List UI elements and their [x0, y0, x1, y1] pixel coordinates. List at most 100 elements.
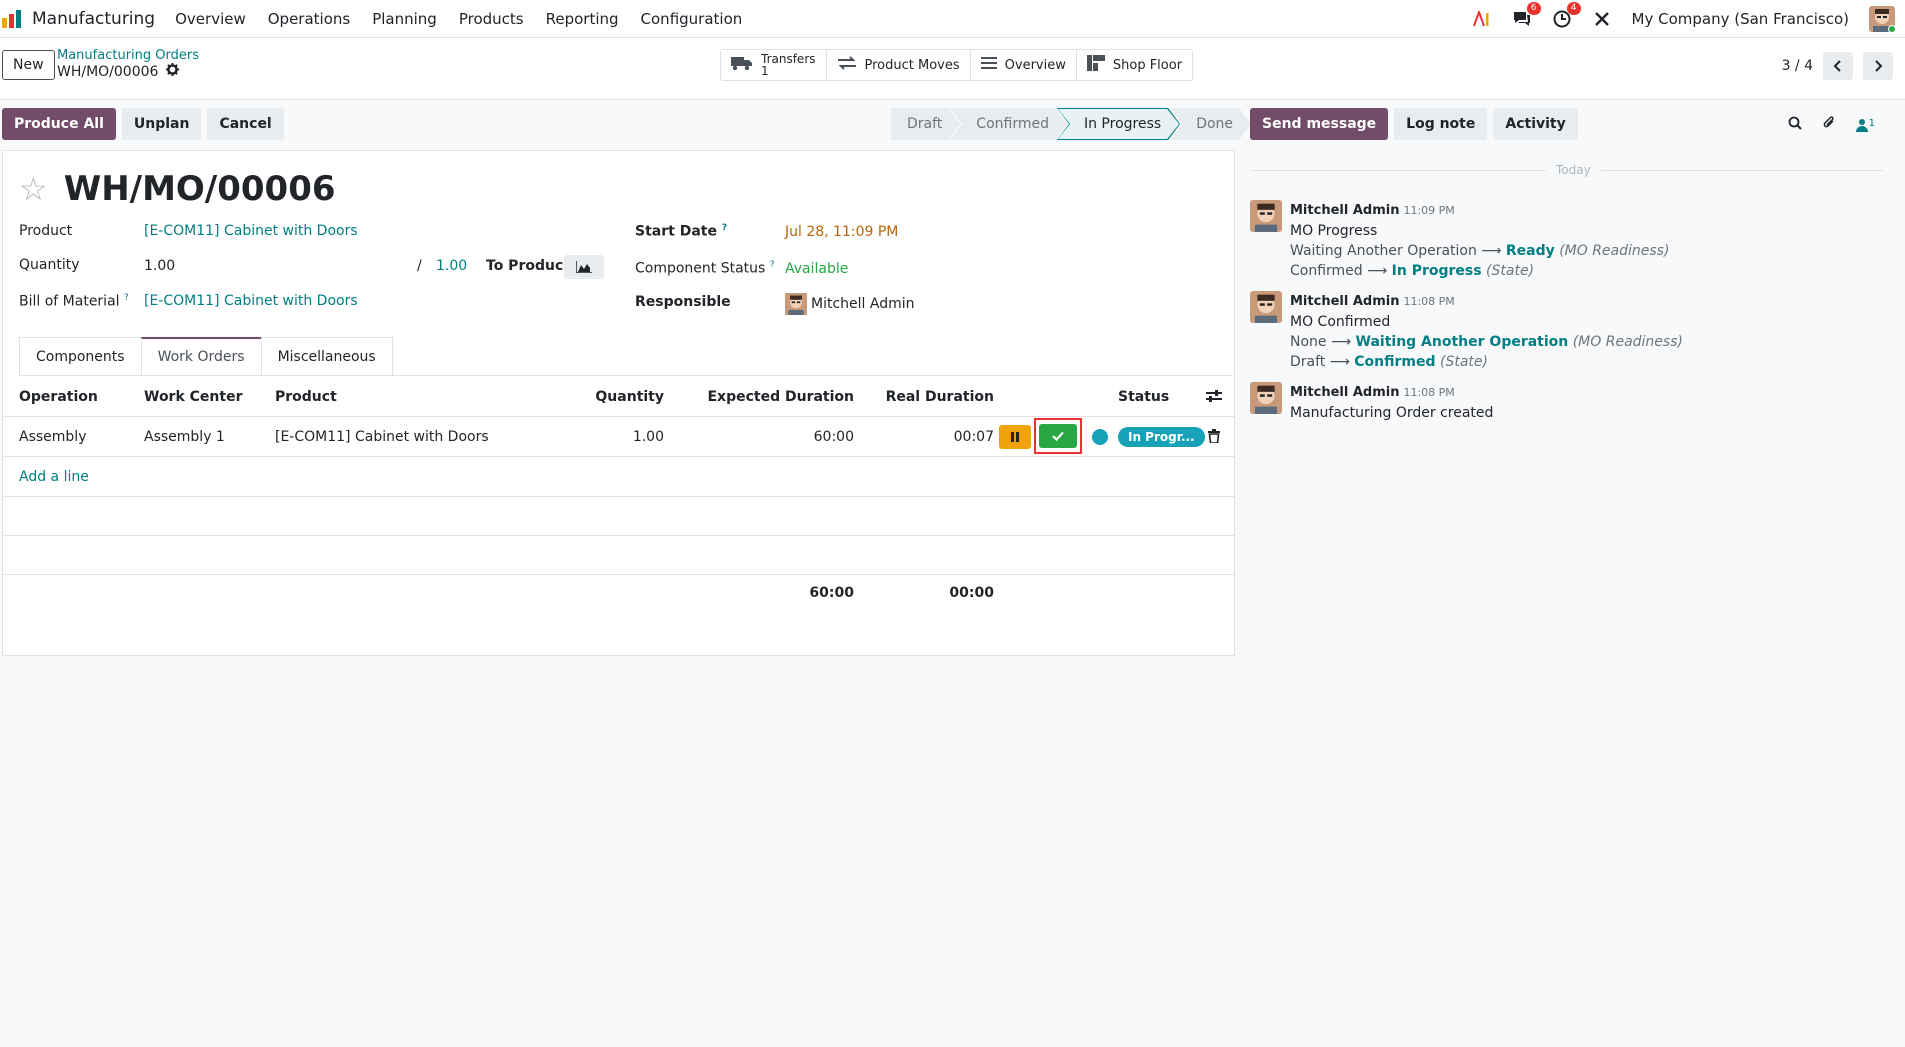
header-operation[interactable]: Operation: [19, 389, 98, 405]
produce-all-button[interactable]: Produce All: [2, 108, 116, 140]
start-date-value[interactable]: Jul 28, 11:09 PM: [785, 224, 898, 240]
header-real-duration[interactable]: Real Duration: [886, 389, 994, 405]
search-icon[interactable]: [1788, 116, 1802, 134]
tab-miscellaneous[interactable]: Miscellaneous: [260, 337, 393, 375]
responsible-label: Responsible: [635, 294, 731, 310]
message-header: Mitchell Admin 11:09 PM: [1290, 200, 1669, 221]
row-quantity[interactable]: 1.00: [633, 429, 664, 445]
track-old-value: None: [1290, 334, 1327, 350]
messages-icon[interactable]: 6: [1512, 2, 1541, 29]
stage-in-progress[interactable]: In Progress: [1058, 109, 1179, 139]
author-avatar[interactable]: [1250, 200, 1282, 232]
bom-link[interactable]: [E-COM11] Cabinet with Doors: [144, 293, 358, 309]
product-link[interactable]: [E-COM11] Cabinet with Doors: [144, 223, 358, 239]
new-button[interactable]: New: [2, 50, 55, 80]
row-product[interactable]: [E-COM11] Cabinet with Doors: [275, 429, 489, 445]
author-avatar[interactable]: [1250, 382, 1282, 414]
menu-configuration[interactable]: Configuration: [641, 10, 743, 28]
message-author[interactable]: Mitchell Admin: [1290, 203, 1399, 218]
menu-overview[interactable]: Overview: [175, 10, 246, 28]
header-quantity[interactable]: Quantity: [595, 389, 664, 405]
debug-tools-icon[interactable]: [1592, 9, 1612, 29]
component-status-label: Component Status ?: [635, 260, 775, 277]
followers-button[interactable]: 1: [1855, 118, 1875, 132]
log-note-button[interactable]: Log note: [1394, 108, 1488, 140]
optional-columns-icon[interactable]: [1206, 389, 1222, 407]
header-status[interactable]: Status: [1118, 389, 1169, 405]
manufacturing-app-icon[interactable]: [2, 9, 24, 28]
forecast-chart-button[interactable]: [564, 255, 604, 279]
gear-icon[interactable]: [166, 63, 180, 80]
page-title: WH/MO/00006: [63, 169, 336, 209]
star-favorite-icon[interactable]: ☆: [19, 173, 48, 205]
responsible-field[interactable]: Mitchell Admin: [785, 293, 915, 315]
message-author[interactable]: Mitchell Admin: [1290, 385, 1399, 400]
track-field: (MO Readiness): [1559, 243, 1670, 259]
track-new-value: Confirmed: [1354, 354, 1436, 370]
shop-floor-button[interactable]: Shop Floor: [1076, 50, 1193, 80]
tab-work-orders[interactable]: Work Orders: [140, 337, 262, 375]
overview-button[interactable]: Overview: [970, 50, 1077, 80]
message-author[interactable]: Mitchell Admin: [1290, 294, 1399, 309]
transfers-button[interactable]: Transfers 1: [721, 50, 827, 80]
table-footer-totals: 60:00 00:00: [3, 575, 1234, 615]
help-tooltip-icon[interactable]: ?: [770, 260, 775, 270]
stage-confirmed[interactable]: Confirmed: [950, 108, 1067, 140]
done-button[interactable]: [1039, 424, 1077, 448]
pager-next-button[interactable]: [1863, 52, 1893, 80]
ai-icon[interactable]: [1472, 9, 1492, 29]
quantity-input[interactable]: 1.00: [144, 258, 175, 274]
author-avatar[interactable]: [1250, 291, 1282, 323]
status-badge[interactable]: In Progr...: [1118, 427, 1205, 447]
breadcrumb-current: WH/MO/00006: [57, 63, 199, 80]
bom-label: Bill of Material ?: [19, 293, 129, 310]
activity-clock-icon[interactable]: 4: [1552, 2, 1581, 29]
pause-icon: [1011, 432, 1019, 442]
smart-buttons: Transfers 1 Product Moves Overview Shop …: [720, 49, 1194, 81]
table-header: Operation Work Center Product Quantity E…: [3, 377, 1234, 417]
message-body: Mitchell Admin 11:08 PM MO Confirmed None…: [1290, 291, 1683, 372]
pager-value[interactable]: 3 / 4: [1782, 58, 1813, 74]
help-tooltip-icon[interactable]: ?: [124, 293, 129, 303]
stage-done[interactable]: Done: [1170, 108, 1251, 140]
chatter-message: Mitchell Admin 11:08 PM MO Confirmed None…: [1250, 291, 1683, 372]
pause-button[interactable]: [999, 425, 1031, 449]
pager-previous-button[interactable]: [1823, 52, 1853, 80]
row-real-duration[interactable]: 00:07: [954, 429, 994, 445]
menu-reporting[interactable]: Reporting: [546, 10, 619, 28]
start-date-label-text: Start Date: [635, 223, 717, 240]
breadcrumb: Manufacturing Orders WH/MO/00006: [57, 48, 199, 80]
row-expected-duration[interactable]: 60:00: [814, 429, 854, 445]
form-action-buttons: Produce All Unplan Cancel: [2, 108, 284, 140]
header-expected-duration[interactable]: Expected Duration: [707, 389, 854, 405]
product-moves-button[interactable]: Product Moves: [826, 50, 971, 80]
tab-components[interactable]: Components: [19, 337, 142, 375]
breadcrumb-manufacturing-orders[interactable]: Manufacturing Orders: [57, 48, 199, 63]
menu-operations[interactable]: Operations: [268, 10, 350, 28]
header-work-center[interactable]: Work Center: [144, 389, 242, 405]
table-row[interactable]: Assembly Assembly 1 [E-COM11] Cabinet wi…: [3, 417, 1234, 457]
app-name[interactable]: Manufacturing: [32, 9, 155, 29]
trash-icon[interactable]: [1208, 429, 1220, 447]
add-a-line-link[interactable]: Add a line: [19, 469, 89, 485]
help-tooltip-icon[interactable]: ?: [722, 223, 727, 233]
quantity-total[interactable]: 1.00: [436, 258, 467, 274]
paperclip-icon[interactable]: [1822, 116, 1836, 134]
company-switcher[interactable]: My Company (San Francisco): [1632, 10, 1849, 28]
activity-button[interactable]: Activity: [1493, 108, 1578, 140]
unplan-button[interactable]: Unplan: [121, 108, 202, 140]
chatter-message: Mitchell Admin 11:08 PM Manufacturing Ord…: [1250, 382, 1493, 423]
header-product[interactable]: Product: [275, 389, 337, 405]
cancel-button[interactable]: Cancel: [207, 108, 284, 140]
user-avatar[interactable]: [1869, 6, 1895, 32]
top-navbar: Manufacturing Overview Operations Planni…: [0, 0, 1905, 38]
arrow-right-icon: ⟶: [1329, 354, 1350, 370]
message-header: Mitchell Admin 11:08 PM: [1290, 291, 1683, 312]
message-time: 11:08 PM: [1403, 386, 1455, 399]
row-work-center[interactable]: Assembly 1: [144, 429, 225, 445]
send-message-button[interactable]: Send message: [1250, 108, 1389, 140]
row-operation[interactable]: Assembly: [19, 429, 86, 445]
menu-planning[interactable]: Planning: [372, 10, 437, 28]
stage-draft[interactable]: Draft: [891, 108, 960, 140]
menu-products[interactable]: Products: [459, 10, 524, 28]
